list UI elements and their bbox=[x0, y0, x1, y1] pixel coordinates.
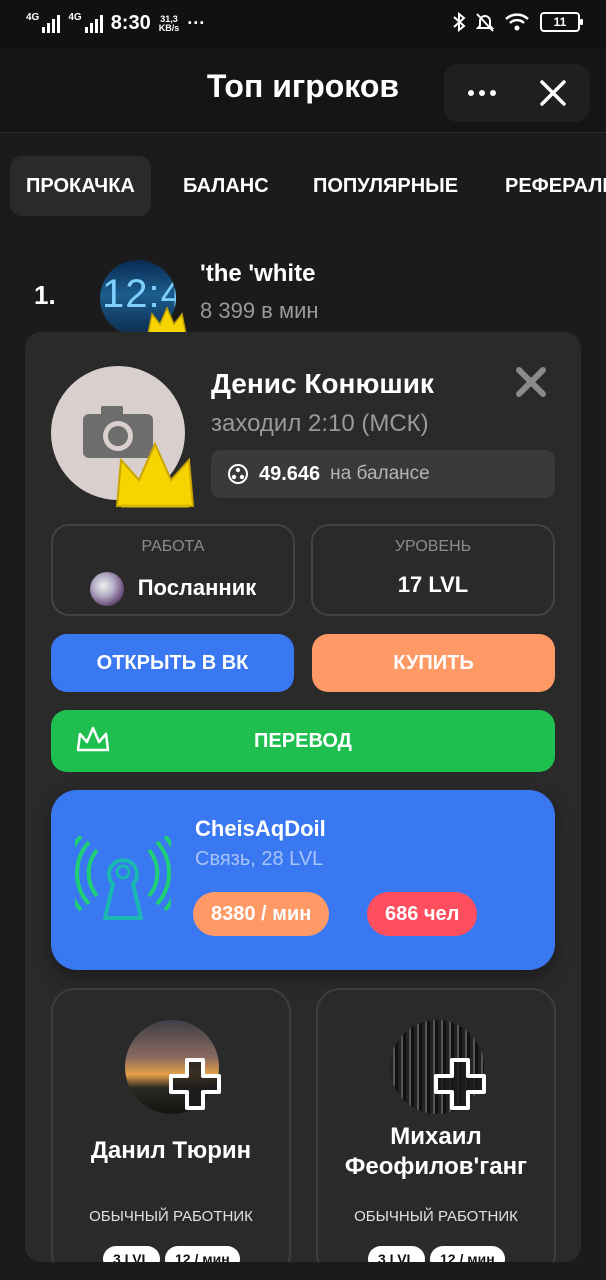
open-vk-button[interactable]: ОТКРЫТЬ В ВК bbox=[51, 634, 294, 692]
business-name: CheisAqDoil bbox=[195, 816, 326, 841]
level-caption: УРОВЕНЬ bbox=[394, 538, 472, 555]
employee-card[interactable]: Михаил Феофилов'ганг ОБЫЧНЫЙ РАБОТНИК 3 … bbox=[316, 988, 556, 1262]
player-rate: 8 399 в мин bbox=[200, 298, 319, 323]
status-bar: 4G 4G 8:30 31,3 KB/s ··· 11 bbox=[0, 0, 606, 48]
level-chip: 3 LVL bbox=[368, 1246, 426, 1262]
tower-icon bbox=[75, 836, 171, 920]
rate-chip: 12 / мин bbox=[165, 1246, 240, 1262]
signal-icon: 4G bbox=[26, 12, 61, 33]
battery-icon: 11 bbox=[540, 12, 583, 32]
status-more: ··· bbox=[187, 13, 206, 33]
signal-icon: 4G bbox=[68, 12, 103, 33]
transfer-label: ПЕРЕВОД bbox=[254, 730, 352, 752]
rank-number: 1. bbox=[34, 280, 56, 310]
more-icon[interactable] bbox=[462, 76, 502, 110]
tab-referrals[interactable]: РЕФЕРАЛЫ bbox=[505, 156, 606, 216]
employee-name: Данил Тюрин bbox=[90, 1137, 252, 1164]
work-avatar bbox=[89, 572, 124, 606]
level-value: 17 LVL bbox=[397, 572, 469, 597]
employee-role: ОБЫЧНЫЙ РАБОТНИК bbox=[89, 1208, 253, 1225]
wifi-icon bbox=[505, 13, 529, 31]
employee-role: ОБЫЧНЫЙ РАБОТНИК bbox=[354, 1208, 518, 1225]
level-chip: 3 LVL bbox=[103, 1246, 161, 1262]
last-seen: заходил 2:10 (МСК) bbox=[211, 410, 429, 437]
close-icon[interactable] bbox=[511, 362, 551, 402]
employee-name: Михаил bbox=[390, 1123, 482, 1150]
tab-progress[interactable]: ПРОКАЧКА bbox=[10, 156, 151, 216]
work-card: РАБОТА Посланник bbox=[51, 524, 295, 616]
leaderboard-row[interactable]: 1. 12:40 'the 'white 8 399 в мин bbox=[0, 250, 606, 340]
balance-label: на балансе bbox=[330, 463, 430, 484]
add-friend-icon bbox=[169, 1058, 221, 1110]
transfer-button[interactable]: ПЕРЕВОД bbox=[51, 710, 555, 772]
crown-icon bbox=[115, 441, 195, 508]
business-subtitle: Связь, 28 LVL bbox=[195, 848, 324, 870]
status-time: 8:30 bbox=[110, 12, 151, 34]
tab-bar: ПРОКАЧКА БАЛАНС ПОПУЛЯРНЫЕ РЕФЕРАЛЫ bbox=[0, 156, 606, 216]
business-card[interactable]: CheisAqDoil Связь, 28 LVL 8380 / мин 686… bbox=[51, 790, 555, 970]
balance-badge: 49.646 на балансе bbox=[211, 450, 555, 498]
close-icon[interactable] bbox=[534, 74, 572, 112]
rate-chip: 12 / мин bbox=[430, 1246, 505, 1262]
work-value: Посланник bbox=[137, 574, 257, 600]
buy-button[interactable]: КУПИТЬ bbox=[312, 634, 555, 692]
employee-name-line2: Феофилов'ганг bbox=[344, 1153, 528, 1180]
add-friend-icon bbox=[434, 1058, 486, 1110]
network-speed: 31,3 KB/s bbox=[158, 13, 180, 33]
bluetooth-icon bbox=[453, 12, 466, 32]
player-name: 'the 'white bbox=[200, 260, 316, 287]
business-rate-badge: 8380 / мин bbox=[193, 892, 330, 936]
business-people-badge: 686 чел bbox=[367, 892, 478, 936]
level-card: УРОВЕНЬ 17 LVL bbox=[311, 524, 555, 616]
profile-modal: Денис Конюшик заходил 2:10 (МСК) 49.646 … bbox=[25, 332, 581, 1262]
profile-name: Денис Конюшик bbox=[211, 368, 434, 399]
balance-icon bbox=[228, 464, 248, 484]
app-header: Топ игроков bbox=[0, 48, 606, 133]
header-controls bbox=[444, 64, 590, 122]
tab-popular[interactable]: ПОПУЛЯРНЫЕ bbox=[313, 156, 458, 216]
employee-card[interactable]: Данил Тюрин ОБЫЧНЫЙ РАБОТНИК 3 LVL 12 / … bbox=[51, 988, 291, 1262]
balance-value: 49.646 bbox=[259, 462, 321, 485]
crown-icon bbox=[76, 726, 110, 752]
work-caption: РАБОТА bbox=[141, 538, 205, 555]
bell-off-icon bbox=[476, 13, 494, 32]
tab-balance[interactable]: БАЛАНС bbox=[183, 156, 269, 216]
